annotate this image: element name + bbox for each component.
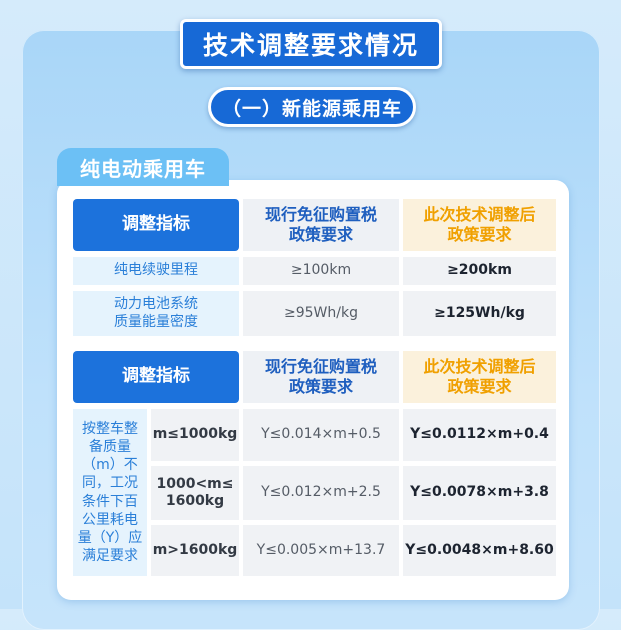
table2-side-label: 按整车整 备质量 （m）不 同，工况 条件下百 公里耗电 量（Y）应 满足要求 [73,409,147,576]
table2-row-new: Y≤0.0112×m+0.4 [403,409,556,461]
table1-row-current: ≥100km [243,257,399,285]
page-title: 技术调整要求情况 [180,19,442,69]
table1-header-indicator: 调整指标 [73,199,239,251]
table2-row-mass: 1000<m≤ 1600kg [151,466,239,520]
table1-row-new: ≥125Wh/kg [403,291,556,336]
table2-row-current: Y≤0.014×m+0.5 [243,409,399,461]
table1-header-current: 现行免征购置税 政策要求 [243,199,399,251]
table2-row-current: Y≤0.012×m+2.5 [243,466,399,520]
table2-header-current: 现行免征购置税 政策要求 [243,351,399,403]
section-subtitle: （一）新能源乘用车 [208,87,416,127]
table1-row-label: 纯电续驶里程 [73,257,239,285]
table2-row-mass: m≤1000kg [151,409,239,461]
table2-row-new: Y≤0.0048×m+8.60 [403,525,556,576]
table2-row-current: Y≤0.005×m+13.7 [243,525,399,576]
card-tab-label: 纯电动乘用车 [57,148,229,186]
table1-row-current: ≥95Wh/kg [243,291,399,336]
table2-header-indicator: 调整指标 [73,351,239,403]
table2-row-mass: m>1600kg [151,525,239,576]
table1-row-label: 动力电池系统 质量能量密度 [73,291,239,336]
table1-row-new: ≥200km [403,257,556,285]
table2-header-new: 此次技术调整后 政策要求 [403,351,556,403]
table1-header-new: 此次技术调整后 政策要求 [403,199,556,251]
table2-row-new: Y≤0.0078×m+3.8 [403,466,556,520]
